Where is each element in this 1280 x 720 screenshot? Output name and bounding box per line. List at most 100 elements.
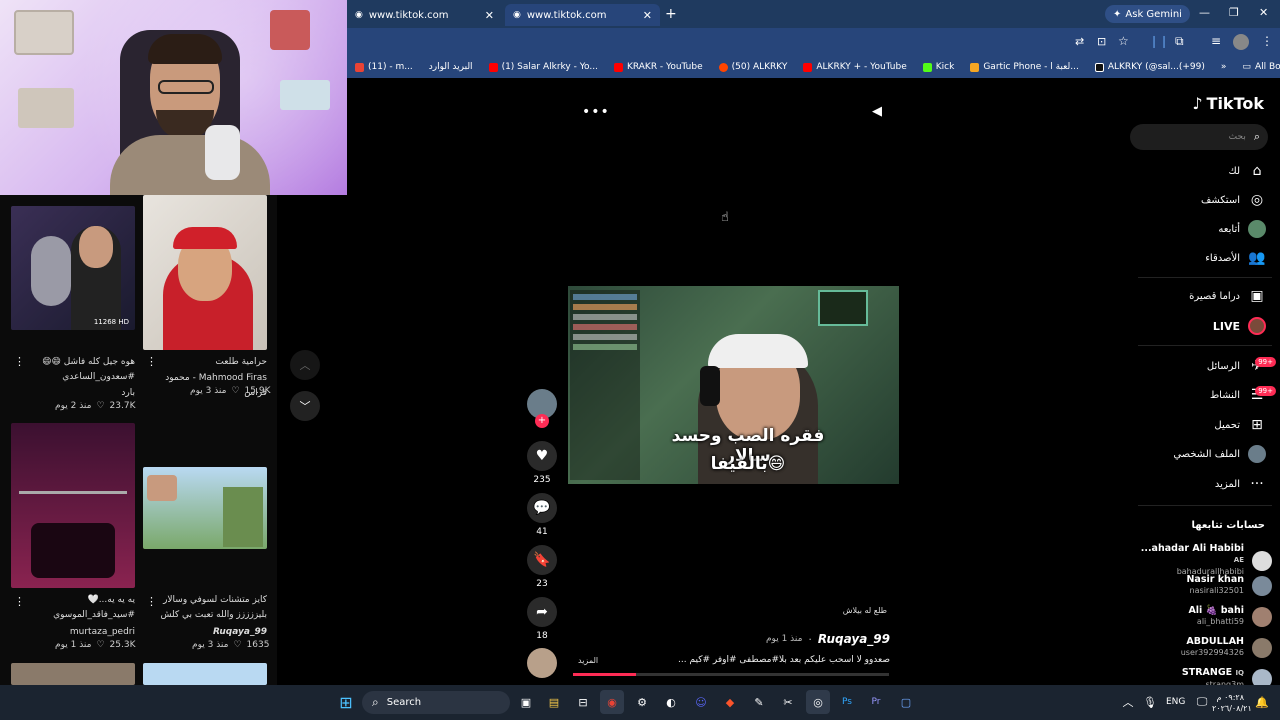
- capcut-icon[interactable]: ✂: [776, 690, 800, 714]
- video-thumbnail[interactable]: [11, 423, 135, 588]
- video-player[interactable]: فقره الصب وحسد سالار بالفيفا😄: [568, 286, 899, 484]
- microphone-icon[interactable]: 🎙: [1138, 690, 1162, 714]
- author-avatar[interactable]: +: [527, 389, 557, 428]
- notes-icon[interactable]: ✎: [747, 690, 771, 714]
- ask-gemini-label: Ask Gemini: [1125, 8, 1182, 20]
- more-icon[interactable]: ⋮: [14, 355, 25, 368]
- bookmark-item[interactable]: (50) ALKRKY: [711, 62, 796, 72]
- video-thumbnail[interactable]: [143, 467, 267, 549]
- extensions-icon[interactable]: ⧉: [1175, 34, 1184, 49]
- video-caption: هوه جيل كله فاشل 😄😄 #سعدون_الساعدي #نزار…: [42, 357, 135, 382]
- more-link[interactable]: المزيد: [578, 656, 598, 665]
- following-account[interactable]: ABDULLAH user392994326: [1181, 636, 1272, 659]
- more-icon[interactable]: ⋮: [14, 595, 25, 608]
- taskbar-search[interactable]: ⌕ Search: [362, 691, 510, 714]
- comment-button[interactable]: 💬 41: [527, 493, 557, 537]
- following-account[interactable]: ...ahadar Ali Habibi AE bahadurallhabibi: [1130, 543, 1272, 578]
- share-button[interactable]: ➦ 18: [527, 597, 557, 641]
- obs-icon[interactable]: ◐: [659, 690, 683, 714]
- translate-icon[interactable]: ⇄: [1075, 35, 1084, 48]
- brave-icon[interactable]: ◆: [718, 690, 742, 714]
- all-bookmarks[interactable]: ▭All Bookmarks: [1234, 62, 1280, 72]
- profile-avatar[interactable]: [1233, 34, 1249, 50]
- like-button[interactable]: ♥ 235: [527, 441, 557, 485]
- save-button[interactable]: 🔖 23: [527, 545, 557, 589]
- ask-gemini-button[interactable]: ✦ Ask Gemini: [1105, 5, 1190, 23]
- close-icon[interactable]: ✕: [485, 9, 494, 22]
- bookmark-item[interactable]: (1) Salar Alkrky - Yo...: [481, 62, 606, 72]
- menu-icon[interactable]: ⋮: [1261, 34, 1273, 48]
- next-video-button[interactable]: ﹀: [290, 391, 320, 421]
- video-thumbnail[interactable]: [143, 663, 267, 685]
- tab-2[interactable]: ◉ www.tiktok.com ✕: [505, 4, 660, 26]
- bookmark-item[interactable]: Gartic Phone - لعبة ا...: [962, 62, 1086, 72]
- shelf-decor: [14, 10, 74, 55]
- bookmark-item[interactable]: ALKRKY + - YouTube: [795, 62, 914, 72]
- video-thumbnail[interactable]: [143, 195, 267, 350]
- nav-following[interactable]: أتابعه: [1218, 220, 1266, 238]
- start-button[interactable]: ⊞: [334, 690, 358, 714]
- bookmark-item[interactable]: KRAKR - YouTube: [606, 62, 711, 72]
- account-handle: ali_bhatti59: [1196, 617, 1244, 626]
- account-name: ABDULLAH user392994326: [1181, 636, 1244, 659]
- new-tab-button[interactable]: +: [665, 6, 677, 22]
- app-icon[interactable]: ⚙: [630, 690, 654, 714]
- tray-overflow-icon[interactable]: ︿: [1116, 690, 1140, 714]
- media-icon[interactable]: ≡: [1211, 34, 1221, 48]
- task-view-icon[interactable]: ▣: [514, 690, 538, 714]
- nav-explore[interactable]: ◎ استكشف: [1201, 191, 1266, 209]
- restore-button[interactable]: ❐: [1229, 6, 1239, 19]
- nav-upload[interactable]: ⊞ تحميل: [1214, 416, 1266, 434]
- tiktok-logo[interactable]: ♪ TikTok: [1192, 94, 1264, 113]
- follow-button[interactable]: +: [535, 414, 549, 428]
- close-icon[interactable]: ✕: [643, 9, 652, 22]
- premiere-icon[interactable]: Pr: [864, 690, 888, 714]
- photoshop-icon[interactable]: Ps: [835, 690, 859, 714]
- notification-icon[interactable]: 🔔: [1250, 690, 1274, 714]
- progress-bar[interactable]: [573, 673, 889, 676]
- author-name[interactable]: Ruqaya_99: [818, 632, 890, 646]
- discord-icon[interactable]: ☺: [689, 690, 713, 714]
- bookmark-item[interactable]: ALKRKY (@sal...(+99): [1087, 62, 1213, 72]
- nav-profile[interactable]: الملف الشخصي: [1173, 445, 1266, 463]
- following-account[interactable]: Nasir khan nasirali32501: [1186, 574, 1272, 597]
- steam-icon[interactable]: ◎: [806, 690, 830, 714]
- nav-friends[interactable]: 👥 الأصدقاء: [1205, 249, 1266, 267]
- nav-more[interactable]: ··· المزيد: [1215, 475, 1266, 493]
- tab-1[interactable]: ◉ www.tiktok.com ✕: [347, 4, 502, 26]
- search-input[interactable]: بحث ⌕: [1130, 124, 1268, 150]
- network-icon[interactable]: 🖵: [1190, 690, 1214, 714]
- video-thumbnail[interactable]: 11268 HD: [11, 206, 135, 330]
- app-icon[interactable]: ▢: [894, 690, 918, 714]
- nav-live[interactable]: LIVE: [1213, 317, 1266, 335]
- bookmark-item[interactable]: Kick: [915, 62, 963, 72]
- tab-bar: ◉ www.tiktok.com ✕ ◉ www.tiktok.com ✕ + …: [347, 0, 1280, 28]
- more-icon[interactable]: ⋮: [146, 355, 157, 368]
- nav-short-drama[interactable]: ▣ دراما قصيرة: [1189, 287, 1266, 305]
- bookmark-item[interactable]: (11) - m...: [347, 62, 421, 72]
- volume-icon[interactable]: ◀︎: [872, 104, 882, 119]
- like-count: 15.9K: [244, 386, 271, 396]
- following-account[interactable]: Ali 🍇 bahi ali_bhatti59: [1188, 605, 1272, 628]
- close-window-button[interactable]: ✕: [1259, 6, 1268, 19]
- install-icon[interactable]: ⊡: [1097, 35, 1106, 48]
- sound-disc[interactable]: [527, 648, 557, 682]
- bookmarks-overflow[interactable]: »: [1213, 62, 1235, 72]
- language-indicator[interactable]: ENG: [1166, 697, 1185, 707]
- clock[interactable]: ٠٩:٢٨ م ٢٠٢٦/٠٨/٢١: [1212, 692, 1252, 714]
- heart-icon: ♡: [96, 640, 105, 650]
- bookmark-item[interactable]: البريد الوارد: [421, 62, 481, 72]
- nav-for-you[interactable]: ⌂ لك: [1229, 162, 1266, 180]
- previous-video-button[interactable]: ︿: [290, 350, 320, 380]
- gemini-icon[interactable]: ❘❘: [1149, 34, 1169, 48]
- more-icon[interactable]: ⋮: [146, 595, 157, 608]
- video-thumbnail[interactable]: [11, 663, 135, 685]
- minimize-button[interactable]: —: [1199, 6, 1210, 19]
- options-icon[interactable]: •••: [582, 104, 610, 120]
- star-icon[interactable]: ☆: [1118, 34, 1129, 48]
- nav-label: أتابعه: [1218, 223, 1240, 235]
- chrome-icon[interactable]: ◉: [600, 690, 624, 714]
- store-icon[interactable]: ⊟: [571, 690, 595, 714]
- file-explorer-icon[interactable]: ▤: [542, 690, 566, 714]
- search-icon: ⌕: [1253, 130, 1260, 143]
